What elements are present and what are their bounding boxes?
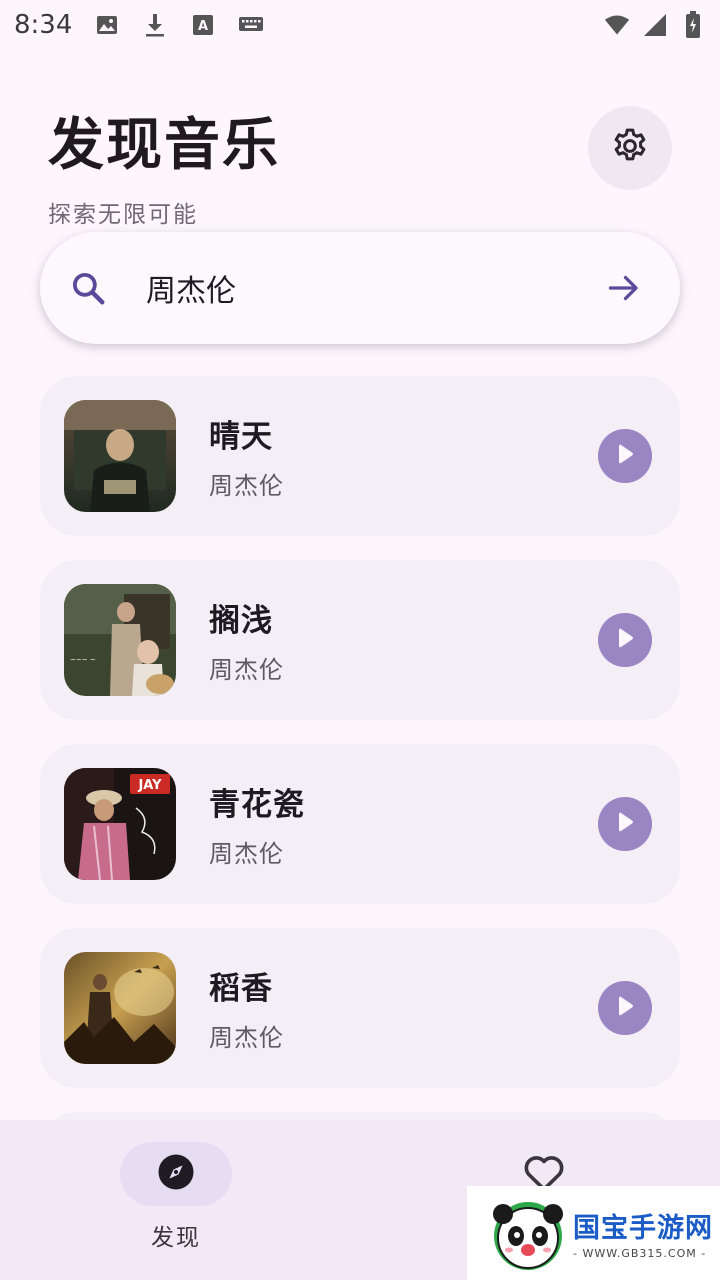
status-time: 8:34 <box>14 10 73 40</box>
song-artist: 周杰伦 <box>209 472 284 500</box>
song-info: 晴天 周杰伦 <box>209 411 598 501</box>
image-icon <box>94 12 120 38</box>
arrow-right-icon[interactable] <box>604 268 644 308</box>
signal-icon <box>642 12 668 38</box>
svg-text:~~~ ~: ~~~ ~ <box>70 656 96 664</box>
svg-text:A: A <box>198 19 208 34</box>
nav-label-discover: 发现 <box>151 1225 201 1251</box>
status-bar: 8:34 A <box>0 0 720 50</box>
song-card[interactable]: 晴天 周杰伦 <box>40 376 680 536</box>
play-icon <box>615 627 635 653</box>
song-artist: 周杰伦 <box>209 840 284 868</box>
nav-active-indicator <box>120 1142 232 1206</box>
song-artist: 周杰伦 <box>209 656 284 684</box>
song-list: 晴天 周杰伦 ~~~ ~ 搁浅 周杰伦 JAY 青花瓷 周杰伦 稻香 周杰伦 <box>40 376 680 1112</box>
search-box <box>40 232 680 344</box>
song-title: 搁浅 <box>209 603 273 639</box>
song-title: 青花瓷 <box>209 787 305 823</box>
play-button[interactable] <box>598 981 652 1035</box>
song-info: 稻香 周杰伦 <box>209 963 598 1053</box>
status-icons-left: A <box>94 12 264 38</box>
battery-icon <box>680 11 706 38</box>
nav-item-discover[interactable]: 发现 <box>120 1142 232 1252</box>
play-icon <box>615 811 635 837</box>
album-cover: ~~~ ~ <box>64 584 176 696</box>
compass-icon <box>155 1151 197 1197</box>
album-cover: JAY <box>64 768 176 880</box>
font-icon: A <box>190 12 216 38</box>
keyboard-icon <box>238 12 264 38</box>
song-info: 搁浅 周杰伦 <box>209 595 598 685</box>
watermark-url: - WWW.GB315.COM - <box>573 1247 707 1260</box>
header: 发现音乐 探索无限可能 <box>48 100 280 229</box>
wifi-icon <box>604 12 630 38</box>
song-card[interactable]: ~~~ ~ 搁浅 周杰伦 <box>40 560 680 720</box>
watermark-brand: 国宝手游网 <box>573 1213 713 1244</box>
page-title: 发现音乐 <box>48 113 280 178</box>
watermark: 国宝手游网 - WWW.GB315.COM - <box>467 1186 720 1280</box>
song-title: 晴天 <box>209 419 273 455</box>
album-cover <box>64 952 176 1064</box>
song-card[interactable]: JAY 青花瓷 周杰伦 <box>40 744 680 904</box>
download-icon <box>142 12 168 38</box>
status-icons-right <box>604 11 706 38</box>
search-icon[interactable] <box>68 268 108 308</box>
panda-logo-icon <box>487 1192 569 1274</box>
play-icon <box>615 995 635 1021</box>
settings-button[interactable] <box>588 106 672 190</box>
song-artist: 周杰伦 <box>209 1024 284 1052</box>
search-input[interactable] <box>146 270 604 306</box>
svg-text:JAY: JAY <box>137 778 162 793</box>
play-button[interactable] <box>598 797 652 851</box>
album-cover <box>64 400 176 512</box>
song-info: 青花瓷 周杰伦 <box>209 779 598 869</box>
song-card[interactable]: 稻香 周杰伦 <box>40 928 680 1088</box>
play-button[interactable] <box>598 429 652 483</box>
song-title: 稻香 <box>209 971 273 1007</box>
gear-icon <box>610 126 650 170</box>
play-button[interactable] <box>598 613 652 667</box>
play-icon <box>615 443 635 469</box>
watermark-text: 国宝手游网 - WWW.GB315.COM - <box>573 1206 713 1260</box>
page-subtitle: 探索无限可能 <box>48 202 198 228</box>
